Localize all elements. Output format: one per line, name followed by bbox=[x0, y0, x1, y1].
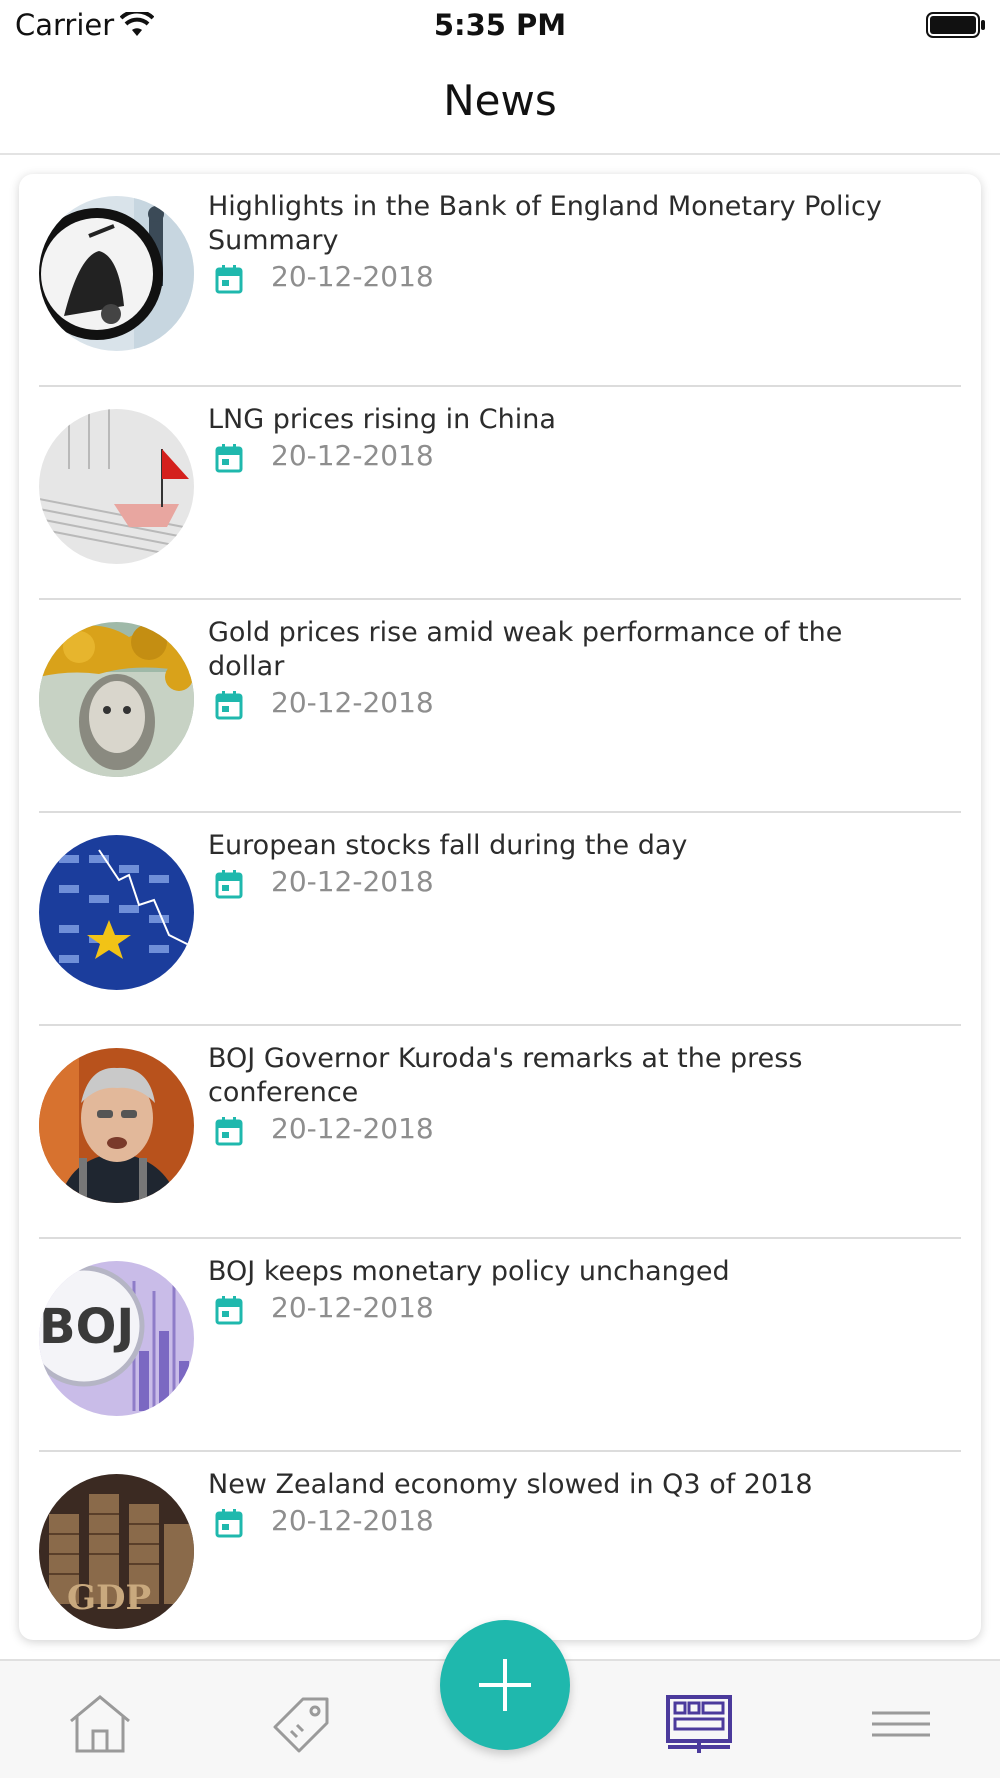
thumb-text: BOJ bbox=[39, 1299, 134, 1355]
calendar-icon bbox=[215, 265, 243, 294]
news-thumbnail: BOJ bbox=[39, 1261, 194, 1416]
calendar-icon bbox=[215, 870, 243, 899]
news-title: Highlights in the Bank of England Moneta… bbox=[208, 191, 882, 256]
news-title: BOJ keeps monetary policy unchanged bbox=[208, 1256, 730, 1287]
tab-menu[interactable] bbox=[866, 1691, 936, 1757]
status-bar: Carrier 5:35 PM bbox=[0, 0, 1000, 52]
news-thumbnail bbox=[39, 1048, 194, 1203]
news-date: 20-12-2018 bbox=[271, 439, 434, 472]
calendar-icon bbox=[215, 1509, 243, 1538]
news-date: 20-12-2018 bbox=[271, 1504, 434, 1537]
news-item[interactable]: BOJ Governor Kuroda's remarks at the pre… bbox=[19, 1026, 981, 1239]
news-item[interactable]: LNG prices rising in China 20-12-2018 bbox=[19, 387, 981, 600]
news-title: LNG prices rising in China bbox=[208, 404, 556, 435]
news-icon bbox=[666, 1695, 732, 1753]
news-item[interactable]: GDP New Zealand economy slowed in Q3 of … bbox=[19, 1452, 981, 1640]
news-thumbnail bbox=[39, 622, 194, 777]
calendar-icon bbox=[215, 444, 243, 473]
news-title: BOJ Governor Kuroda's remarks at the pre… bbox=[208, 1043, 803, 1108]
news-title: European stocks fall during the day bbox=[208, 830, 688, 861]
news-title: Gold prices rise amid weak performance o… bbox=[208, 617, 843, 682]
tab-news[interactable] bbox=[664, 1691, 734, 1757]
battery-icon bbox=[926, 12, 986, 38]
calendar-icon bbox=[215, 691, 243, 720]
tab-home[interactable] bbox=[65, 1691, 135, 1757]
news-thumbnail bbox=[39, 409, 194, 564]
navigation-bar: News bbox=[0, 52, 1000, 155]
tab-tags[interactable] bbox=[267, 1691, 337, 1757]
news-date: 20-12-2018 bbox=[271, 686, 434, 719]
thumb-text: GDP bbox=[67, 1578, 151, 1618]
news-item[interactable]: European stocks fall during the day 20-1… bbox=[19, 813, 981, 1026]
calendar-icon bbox=[215, 1117, 243, 1146]
news-thumbnail: GDP bbox=[39, 1474, 194, 1629]
home-icon bbox=[70, 1695, 130, 1753]
status-time: 5:35 PM bbox=[433, 8, 567, 42]
news-list: Highlights in the Bank of England Moneta… bbox=[19, 174, 981, 1640]
news-thumbnail bbox=[39, 835, 194, 990]
news-date: 20-12-2018 bbox=[271, 1112, 434, 1145]
page-title: News bbox=[443, 76, 557, 125]
news-thumbnail bbox=[39, 196, 194, 351]
news-title: New Zealand economy slowed in Q3 of 2018 bbox=[208, 1469, 813, 1500]
news-item[interactable]: BOJ BOJ keeps monetary policy unchanged … bbox=[19, 1239, 981, 1452]
news-date: 20-12-2018 bbox=[271, 260, 434, 293]
calendar-icon bbox=[215, 1296, 243, 1325]
news-item[interactable]: Highlights in the Bank of England Moneta… bbox=[19, 174, 981, 387]
tag-icon bbox=[273, 1697, 329, 1753]
news-item[interactable]: Gold prices rise amid weak performance o… bbox=[19, 600, 981, 813]
plus-icon bbox=[479, 1659, 531, 1711]
news-date: 20-12-2018 bbox=[271, 865, 434, 898]
add-button[interactable] bbox=[440, 1620, 570, 1750]
menu-icon bbox=[872, 1711, 930, 1737]
news-date: 20-12-2018 bbox=[271, 1291, 434, 1324]
